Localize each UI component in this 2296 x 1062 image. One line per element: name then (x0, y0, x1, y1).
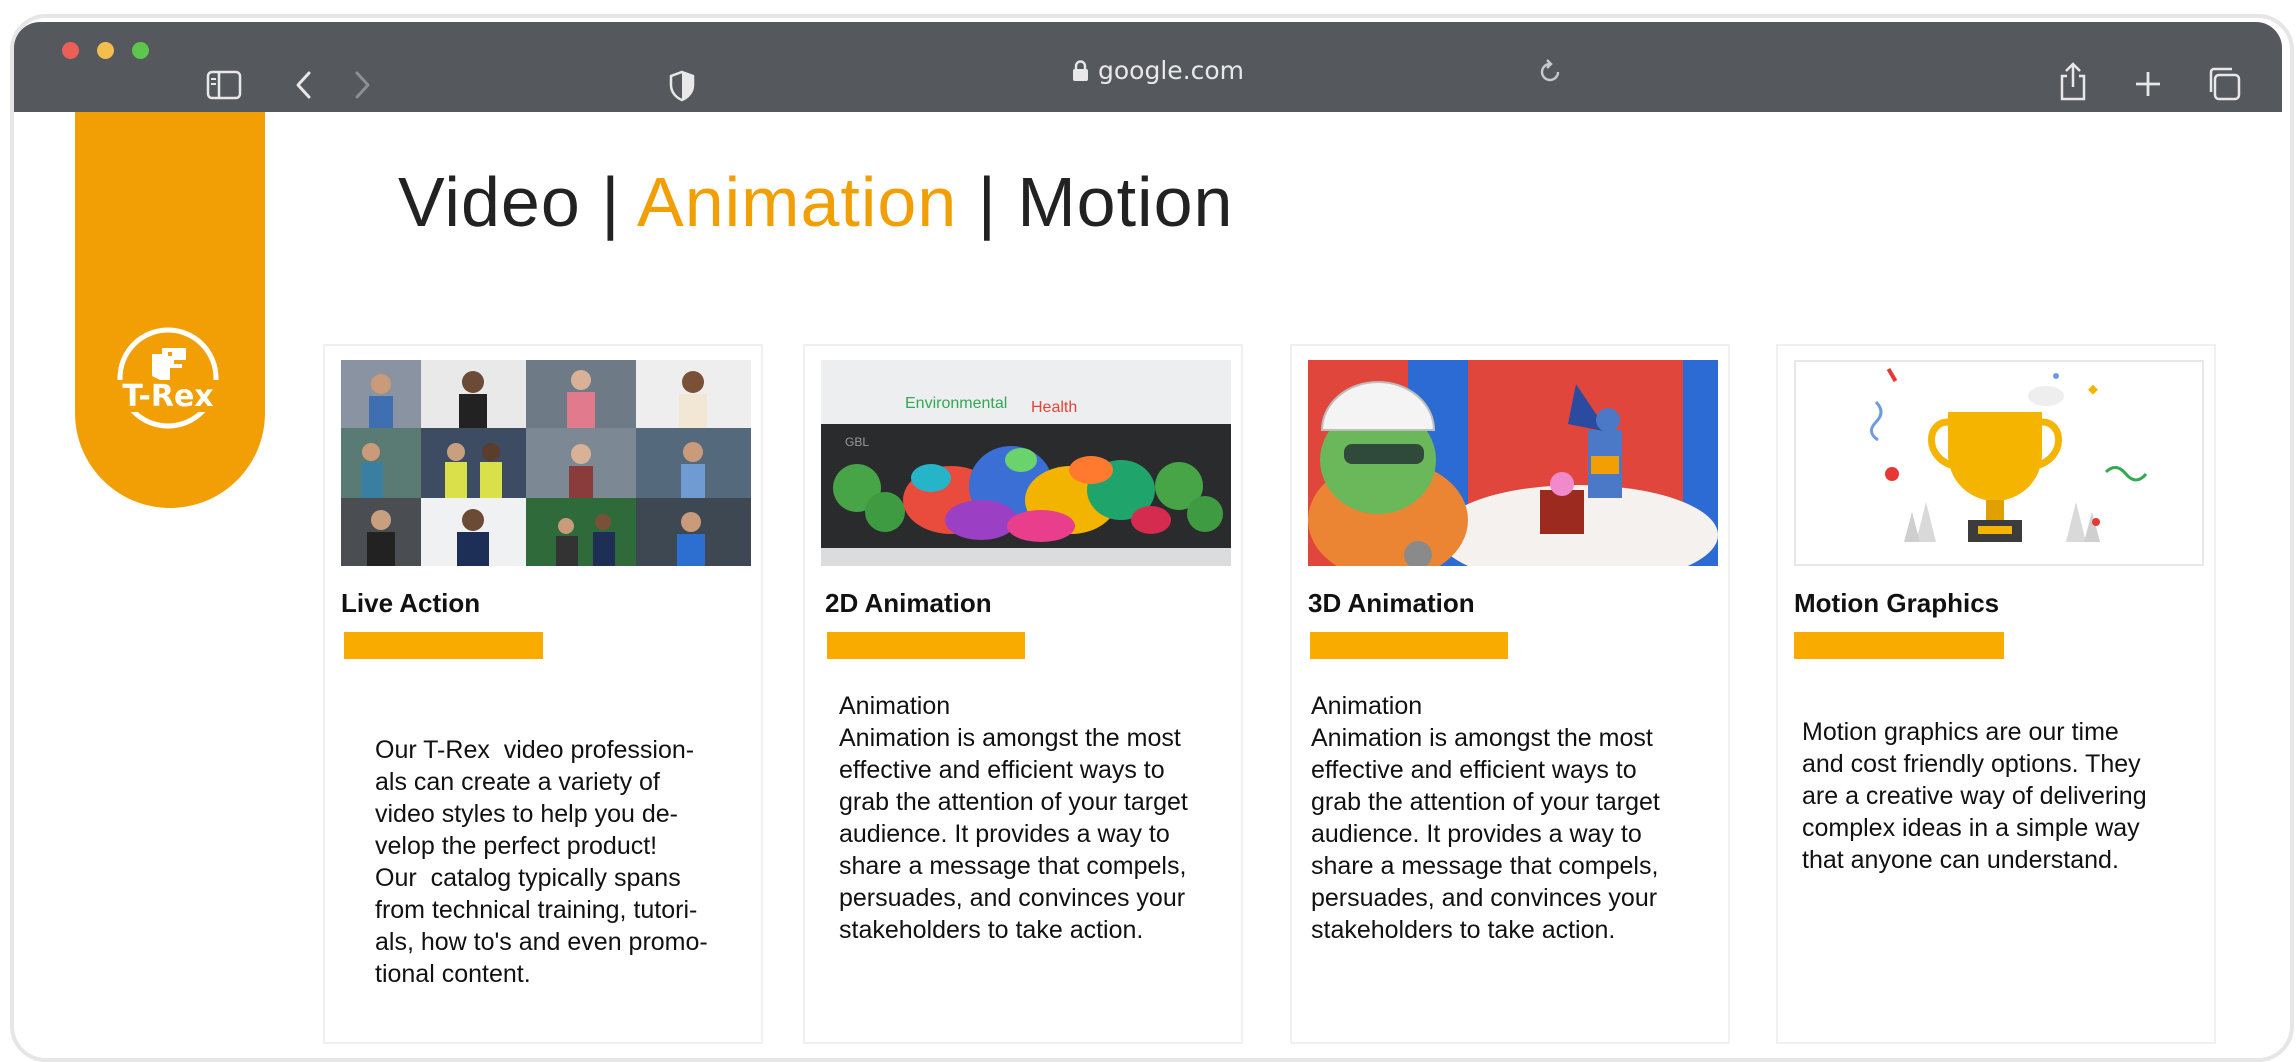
card-2d-animation[interactable]: Environmental Health GBL 2D Animation An… (803, 344, 1243, 1044)
description-line: als can create a variety of (375, 768, 660, 796)
sidebar-icon[interactable] (206, 70, 242, 100)
trophy-illustration[interactable] (1794, 360, 2204, 566)
trex-logo[interactable]: T-Rex (102, 324, 234, 432)
description-line: grab the attention of your target (839, 788, 1188, 816)
shield-icon[interactable] (668, 70, 696, 102)
new-tab-icon[interactable] (2134, 70, 2162, 98)
card-motion-graphics[interactable]: Motion Graphics Motion graphics are our … (1776, 344, 2216, 1044)
description-line: Animation (1311, 692, 1423, 720)
close-window-button[interactable] (62, 42, 79, 59)
reload-icon[interactable] (1537, 58, 1563, 86)
description-line: Our T-Rex video profession- (375, 736, 695, 764)
description-line: stakeholders to take action. (839, 916, 1144, 944)
3d-animation-scene[interactable] (1308, 360, 1718, 566)
description-line: als, how to's and even promo- (375, 928, 708, 956)
page-title: Video | Animation | Motion (398, 162, 1233, 242)
health-label: Health (1031, 399, 1077, 416)
card-3d-animation[interactable]: 3D Animation Animation Animation is amon… (1290, 344, 1730, 1044)
live-action-photo-grid[interactable] (341, 360, 751, 566)
logo-text: T-Rex (122, 379, 213, 414)
card-description: Animation Animation is amongst the most … (839, 690, 1188, 946)
description-line: stakeholders to take action. (1311, 916, 1616, 944)
description-line: effective and efficient ways to (1311, 756, 1637, 784)
description-line: are a creative way of delivering (1802, 782, 2147, 810)
lock-icon (1073, 60, 1088, 81)
description-line: share a message that compels, (1311, 852, 1659, 880)
title-video: Video | (398, 163, 637, 241)
card-accent-bar (827, 632, 1025, 659)
brand-ribbon (75, 112, 265, 508)
card-live-action[interactable]: Live Action Our T-Rex video profession- … (323, 344, 763, 1044)
card-title: Motion Graphics (1794, 588, 2000, 618)
description-line: grab the attention of your target (1311, 788, 1660, 816)
description-line: Our catalog typically spans (375, 864, 681, 892)
description-line: from technical training, tutori- (375, 896, 698, 924)
description-line: and cost friendly options. They (1802, 750, 2141, 778)
minimize-window-button[interactable] (97, 42, 114, 59)
description-line: complex ideas in a simple way (1802, 814, 2140, 842)
description-line: that anyone can understand. (1802, 846, 2119, 874)
tabs-overview-icon[interactable] (2206, 66, 2242, 102)
title-animation: Animation (637, 163, 958, 241)
card-description: Animation Animation is amongst the most … (1311, 690, 1660, 946)
description-line: Animation is amongst the most (839, 724, 1181, 752)
share-icon[interactable] (2058, 62, 2088, 102)
description-line: Animation is amongst the most (1311, 724, 1653, 752)
description-line: effective and efficient ways to (839, 756, 1165, 784)
description-line: audience. It provides a way to (1311, 820, 1642, 848)
card-title: Live Action (341, 588, 481, 618)
description-line: tional content. (375, 960, 531, 988)
address-bar-url[interactable]: google.com (1098, 56, 1244, 85)
description-line: share a message that compels, (839, 852, 1187, 880)
card-description: Motion graphics are our time and cost fr… (1802, 716, 2147, 876)
description-line: Motion graphics are our time (1802, 718, 2119, 746)
back-icon[interactable] (294, 70, 314, 100)
card-title: 2D Animation (825, 588, 992, 618)
description-line: persuades, and convinces your (1311, 884, 1658, 912)
card-accent-bar (344, 632, 543, 659)
title-motion: | Motion (957, 163, 1234, 241)
description-line: audience. It provides a way to (839, 820, 1170, 848)
forward-icon[interactable] (352, 70, 372, 100)
card-title: 3D Animation (1308, 588, 1475, 618)
2d-animation-illustration[interactable]: Environmental Health GBL (821, 360, 1231, 566)
description-line: persuades, and convinces your (839, 884, 1186, 912)
zoom-window-button[interactable] (132, 42, 149, 59)
description-line: velop the perfect product! (375, 832, 658, 860)
gbl-label: GBL (845, 435, 869, 449)
card-accent-bar (1310, 632, 1508, 659)
description-line: video styles to help you de- (375, 800, 678, 828)
description-line: Animation (839, 692, 951, 720)
card-accent-bar (1794, 632, 2004, 659)
card-description: Our T-Rex video profession- als can crea… (375, 734, 708, 990)
env-label: Environmental (905, 395, 1007, 412)
